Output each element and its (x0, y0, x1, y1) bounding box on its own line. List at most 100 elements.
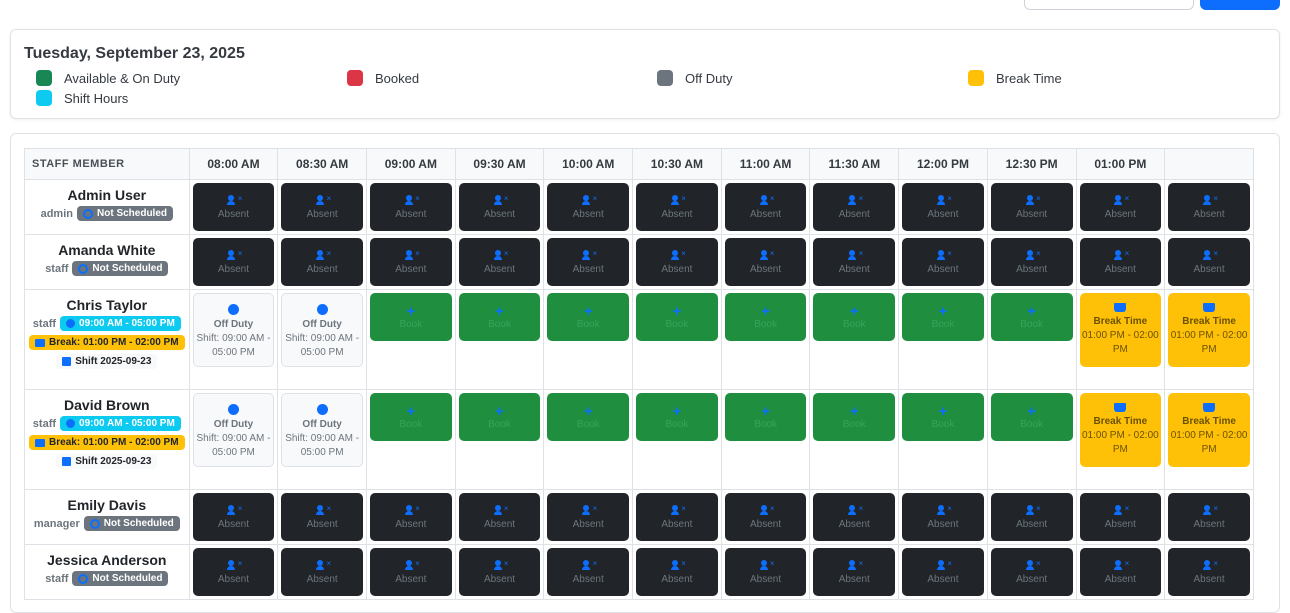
book-slot-button[interactable]: + Book (547, 293, 630, 341)
not-scheduled-badge: Not Scheduled (77, 206, 174, 221)
absent-label: Absent (395, 263, 427, 275)
absent-slot: × Absent (990, 493, 1073, 541)
legend-break: Break Time (968, 70, 1062, 86)
off-duty-slot: Off Duty Shift: 09:00 AM - 05:00 PM (281, 393, 363, 467)
absent-slot: × Absent (192, 548, 275, 596)
plus-icon: + (583, 302, 593, 320)
book-label: Book (488, 418, 511, 430)
absent-slot: × Absent (636, 238, 718, 286)
legend-swatch-booked (347, 70, 363, 86)
user-x-icon: × (670, 194, 686, 206)
book-slot-button[interactable]: + Book (990, 393, 1073, 441)
user-x-icon: × (759, 559, 775, 571)
absent-label: Absent (306, 263, 338, 275)
time-slot-cell: × Absent (454, 544, 545, 600)
off-duty-label: Off Duty (302, 319, 342, 330)
absent-label: Absent (838, 263, 870, 275)
plus-icon: + (495, 402, 504, 420)
absent-slot: × Absent (1079, 493, 1162, 541)
schedule-grid[interactable]: STAFF MEMBER 08:00 AM 08:30 AM 09:00 AM … (24, 148, 1254, 612)
time-slot-cell: × Absent (543, 544, 634, 600)
book-label: Book (399, 318, 423, 330)
book-slot-button[interactable]: + Book (813, 293, 896, 341)
user-x-icon: × (848, 194, 863, 206)
book-slot-button[interactable]: + Book (813, 393, 896, 441)
absent-label: Absent (572, 573, 604, 585)
absent-label: Absent (838, 208, 870, 220)
absent-label: Absent (1104, 208, 1136, 220)
book-label: Book (842, 418, 866, 430)
calendar-icon (62, 457, 72, 466)
top-search-input[interactable] (1024, 0, 1194, 10)
off-duty-shift: Shift: 09:00 AM - 05:00 PM (196, 433, 271, 458)
book-slot-button[interactable]: + Book (724, 293, 807, 341)
staff-cell: Amanda White staff Not Scheduled (24, 234, 190, 290)
time-slot-cell: + Book (720, 389, 811, 490)
break-label: Break Time (1182, 316, 1236, 327)
book-slot-button[interactable]: + Book (636, 293, 718, 341)
book-slot-button[interactable]: + Book (636, 393, 718, 441)
user-x-icon: × (936, 249, 952, 261)
time-slot-cell: Off Duty Shift: 09:00 AM - 05:00 PM (277, 389, 367, 490)
user-x-icon: × (404, 504, 420, 516)
book-slot-button[interactable]: + Book (458, 293, 541, 341)
break-slot: Break Time 01:00 PM - 02:00 PM (1168, 393, 1250, 467)
staff-row: Amanda White staff Not Scheduled × Absent × Ab… (24, 234, 1254, 290)
book-slot-button[interactable]: + Book (370, 293, 452, 341)
book-slot-button[interactable]: + Book (458, 393, 541, 441)
time-header: 10:00 AM (543, 148, 634, 180)
break-range: 01:00 PM - 02:00 PM (1170, 330, 1248, 355)
off-duty-shift: Shift: 09:00 AM - 05:00 PM (196, 333, 271, 358)
plus-icon: + (583, 402, 593, 420)
book-slot-button[interactable]: + Book (547, 393, 630, 441)
user-x-icon: × (582, 504, 597, 516)
user-x-icon: × (759, 504, 775, 516)
book-slot-button[interactable]: + Book (990, 293, 1073, 341)
absent-label: Absent (217, 263, 250, 275)
break-text: Break: 01:00 PM - 02:00 PM (49, 437, 179, 448)
time-header: 01:00 PM (1075, 148, 1166, 180)
absent-slot: × Absent (724, 548, 807, 596)
user-x-icon: × (227, 504, 242, 516)
user-x-icon: × (1025, 559, 1041, 571)
not-scheduled-text: Not Scheduled (92, 573, 163, 584)
off-duty-shift: Shift: 09:00 AM - 05:00 PM (285, 333, 360, 358)
legend-available: Available & On Duty (36, 70, 180, 86)
absent-slot: × Absent (636, 183, 718, 231)
time-header: 10:30 AM (632, 148, 722, 180)
absent-label: Absent (483, 208, 516, 220)
time-slot-cell: + Book (632, 389, 722, 490)
time-slot-cell: + Book (986, 389, 1077, 490)
off-duty-shift: Shift: 09:00 AM - 05:00 PM (285, 433, 360, 458)
book-slot-button[interactable]: + Book (902, 393, 984, 441)
user-x-icon: × (582, 559, 597, 571)
time-slot-cell: × Absent (1164, 234, 1254, 290)
absent-label: Absent (572, 263, 604, 275)
not-scheduled-text: Not Scheduled (97, 208, 168, 219)
off-duty-slot: Off Duty Shift: 09:00 AM - 05:00 PM (192, 393, 275, 467)
absent-label: Absent (395, 208, 427, 220)
user-x-icon: × (1203, 504, 1218, 516)
staff-cell: Admin User admin Not Scheduled (24, 179, 190, 235)
absent-label: Absent (1193, 263, 1225, 275)
book-slot-button[interactable]: + Book (370, 393, 452, 441)
coffee-cup-icon (1114, 303, 1127, 312)
user-x-icon: × (1203, 559, 1218, 571)
absent-slot: × Absent (547, 493, 630, 541)
user-x-icon: × (936, 504, 952, 516)
user-x-icon: × (670, 249, 686, 261)
book-slot-button[interactable]: + Book (902, 293, 984, 341)
time-header: 12:00 PM (898, 148, 988, 180)
time-slot-cell: × Absent (632, 489, 722, 545)
absent-slot: × Absent (547, 183, 630, 231)
plus-icon: + (849, 302, 859, 320)
book-slot-button[interactable]: + Book (724, 393, 807, 441)
ban-icon (78, 263, 89, 274)
staff-name: David Brown (64, 397, 150, 413)
break-range: 01:00 PM - 02:00 PM (1081, 330, 1159, 355)
coffee-cup-icon (35, 338, 46, 347)
top-action-button[interactable] (1200, 0, 1280, 10)
clock-icon (66, 319, 76, 328)
book-label: Book (488, 318, 511, 330)
time-slot-cell: + Book (898, 289, 988, 390)
